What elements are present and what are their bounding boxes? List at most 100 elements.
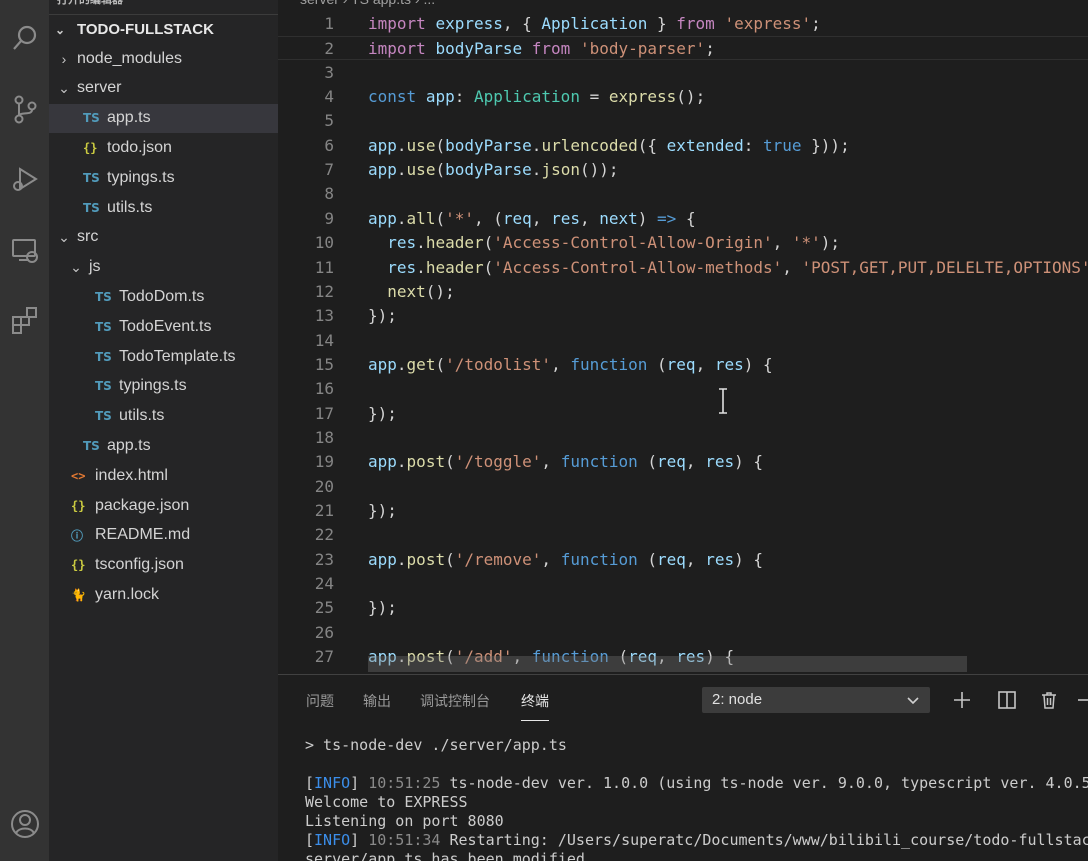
terminal-line: Welcome to EXPRESS <box>305 793 1088 812</box>
tree-item[interactable]: TS utils.ts <box>49 193 278 222</box>
code-line: 3 <box>278 61 1088 85</box>
code-token: res <box>714 354 744 374</box>
code-line: 15 app.get('/todolist', function (req, re… <box>278 353 1088 377</box>
remote-explorer-icon[interactable] <box>0 228 49 272</box>
terminal-text: [ <box>305 774 315 792</box>
horizontal-scrollbar[interactable] <box>368 656 967 672</box>
tree-item[interactable]: {} todo.json <box>49 133 278 162</box>
code-token: ( <box>445 452 455 472</box>
code-token: header <box>425 257 484 277</box>
tree-item[interactable]: › node_modules <box>49 44 278 73</box>
breadcrumb[interactable]: server › TS app.ts › ... <box>278 0 1088 10</box>
trash-icon[interactable] <box>1036 687 1062 713</box>
tree-item[interactable]: TS app.ts <box>49 103 278 133</box>
chevron-down-icon: ⌄ <box>58 79 70 96</box>
code-token: }); <box>368 501 397 520</box>
code-token: get <box>406 354 436 374</box>
code-token: res <box>705 549 735 569</box>
explorer-sidebar: 打开的编辑器 ⌄ TODO-FULLSTACK › node_modules ⌄ se… <box>49 0 278 861</box>
run-debug-icon[interactable] <box>0 157 49 201</box>
tree-item[interactable]: TS typings.ts <box>49 372 278 401</box>
code-text: }); <box>368 304 397 328</box>
terminal-line: server/app.ts has been modified <box>305 850 1088 861</box>
tree-item[interactable]: TS TodoEvent.ts <box>49 312 278 341</box>
line-number: 10 <box>314 233 334 253</box>
tree-item[interactable]: {} tsconfig.json <box>49 551 278 580</box>
terminal-text: ts-node-dev ver. 1.0.0 (using ts-node ve… <box>440 774 1088 792</box>
code-token: all <box>406 208 436 228</box>
tab-output[interactable]: 输出 <box>363 691 391 713</box>
line-number: 5 <box>324 111 334 131</box>
code-token: , <box>579 208 600 228</box>
line-number: 15 <box>314 354 334 374</box>
workspace-root-header[interactable]: ⌄ TODO-FULLSTACK <box>49 14 278 44</box>
tab-terminal[interactable]: 终端 <box>521 691 549 721</box>
code-text: }); <box>368 499 397 523</box>
tree-item[interactable]: TS TodoTemplate.ts <box>49 342 278 371</box>
terminal-text: ] <box>350 774 369 792</box>
tree-item[interactable]: <> index.html <box>49 461 278 490</box>
line-number: 4 <box>324 87 334 107</box>
code-token: , { <box>502 14 542 33</box>
code-line: 11 res.header('Access-Control-Allow-meth… <box>278 256 1088 280</box>
code-line: 12 next(); <box>278 280 1088 304</box>
code-line: 24 <box>278 572 1088 596</box>
tab-problems[interactable]: 问题 <box>306 691 334 713</box>
tree-item[interactable]: TS app.ts <box>49 431 278 460</box>
code-token: app <box>368 208 397 228</box>
split-terminal-icon[interactable] <box>994 687 1020 713</box>
tree-item[interactable]: ⌄ js <box>49 253 278 282</box>
text-cursor-icon <box>719 388 727 414</box>
line-number: 2 <box>324 39 334 59</box>
tree-item-label: TodoDom.ts <box>119 287 205 305</box>
code-line: 2 import bodyParse from 'body-parser'; <box>278 36 1088 61</box>
code-token: (); <box>425 281 455 301</box>
tree-item-label: TodoTemplate.ts <box>119 347 236 365</box>
open-editors-header[interactable]: 打开的编辑器 <box>49 0 278 8</box>
code-text: res.header('Access-Control-Allow-Origin'… <box>368 231 840 255</box>
typescript-file-icon: TS <box>83 200 100 215</box>
tree-item[interactable]: TS typings.ts <box>49 163 278 192</box>
terminal-text: Restarting: /Users/superatc/Documents/ww… <box>440 831 1088 849</box>
line-number: 17 <box>314 403 334 423</box>
extensions-icon[interactable] <box>0 298 49 342</box>
tree-item-label: typings.ts <box>107 168 175 186</box>
code-token: ); <box>820 233 841 253</box>
code-token: . <box>396 452 407 472</box>
line-number: 6 <box>324 135 334 155</box>
code-text: res.header('Access-Control-Allow-methods… <box>368 256 1088 280</box>
code-token: , ( <box>474 208 503 228</box>
tree-item-label: app.ts <box>107 109 151 127</box>
tree-item[interactable]: {} package.json <box>49 491 278 520</box>
code-token: ) { <box>734 452 763 472</box>
code-token: extended <box>666 135 744 155</box>
code-editor[interactable]: 1 import express, { Application } from 'e… <box>278 10 1088 674</box>
code-token: . <box>531 135 542 155</box>
code-token: req <box>502 208 532 228</box>
code-token: }); <box>368 403 397 423</box>
code-token: req <box>657 452 686 472</box>
chevron-right-icon: › <box>61 50 67 67</box>
code-token: true <box>763 135 802 155</box>
tree-item[interactable]: TS utils.ts <box>49 402 278 431</box>
code-line: 17}); <box>278 402 1088 426</box>
code-text: const app: Application = express(); <box>368 85 705 109</box>
code-token: app <box>368 452 397 472</box>
tree-item[interactable]: TS TodoDom.ts <box>49 282 278 311</box>
code-token: ({ <box>637 135 667 155</box>
code-line: 20 <box>278 475 1088 499</box>
terminal-select[interactable]: 2: node <box>702 687 930 713</box>
terminal-text: INFO <box>314 831 351 849</box>
tree-item[interactable]: ⌄ server <box>49 74 278 103</box>
code-token: res <box>387 233 417 253</box>
tree-item-label: todo.json <box>107 138 172 156</box>
tree-item[interactable]: 🐈 yarn.lock <box>49 580 278 609</box>
tree-item[interactable]: ⓘ README.md <box>49 521 278 550</box>
source-control-icon[interactable] <box>0 87 49 131</box>
tab-debug-console[interactable]: 调试控制台 <box>420 691 490 713</box>
search-icon[interactable] <box>0 16 49 60</box>
panel-more-icon[interactable] <box>1073 687 1088 713</box>
account-icon[interactable] <box>0 802 49 846</box>
tree-item[interactable]: ⌄ src <box>49 223 278 252</box>
new-terminal-icon[interactable] <box>949 687 975 713</box>
